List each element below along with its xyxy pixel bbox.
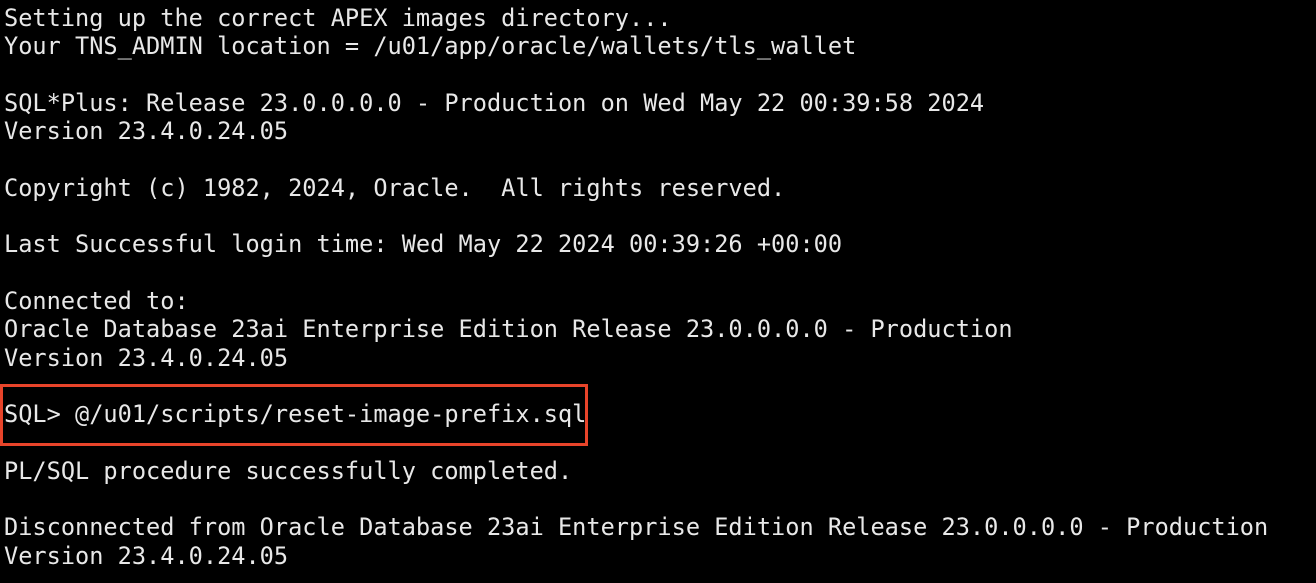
output-line-database-edition: Oracle Database 23ai Enterprise Edition … — [4, 315, 1013, 344]
output-line-version: Version 23.4.0.24.05 — [4, 117, 289, 146]
output-line-version: Version 23.4.0.24.05 — [4, 343, 289, 372]
output-line-sqlplus-release: SQL*Plus: Release 23.0.0.0.0 - Productio… — [4, 88, 985, 117]
output-line-disconnected: Disconnected from Oracle Database 23ai E… — [4, 513, 1269, 542]
output-line-copyright: Copyright (c) 1982, 2024, Oracle. All ri… — [4, 173, 786, 202]
output-line-plsql-completed: PL/SQL procedure successfully completed. — [4, 456, 573, 485]
command-highlight-box — [0, 384, 588, 446]
terminal-window[interactable]: Setting up the correct APEX images direc… — [0, 0, 1316, 583]
output-line-last-login: Last Successful login time: Wed May 22 2… — [4, 230, 843, 259]
output-line-apex-setup: Setting up the correct APEX images direc… — [4, 4, 672, 32]
output-line-connected-to: Connected to: — [4, 286, 189, 315]
output-line-tns-admin: Your TNS_ADMIN location = /u01/app/oracl… — [4, 32, 857, 61]
output-line-version: Version 23.4.0.24.05 — [4, 541, 289, 570]
